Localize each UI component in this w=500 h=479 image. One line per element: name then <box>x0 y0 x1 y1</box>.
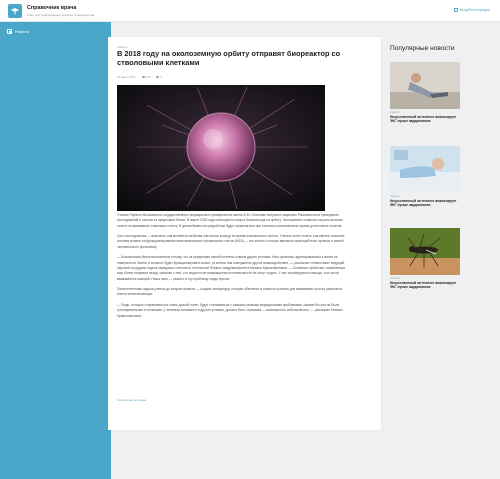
news-title[interactable]: Искусственный интеллект анализирует ЭКГ … <box>390 199 460 208</box>
popular-news-heading: Популярные новости <box>390 45 455 52</box>
article-paragraph: — Люди, которые отправляются в очень дол… <box>117 303 343 318</box>
news-category: Новости <box>390 195 401 198</box>
sidebar: Новости <box>0 22 111 479</box>
news-thumbnail[interactable] <box>390 228 460 275</box>
article-body: Ученые Первого Московского государственн… <box>117 213 349 324</box>
article-paragraph: Ученые Первого Московского государственн… <box>117 213 344 228</box>
article-title: В 2018 году на околоземную орбиту отправ… <box>117 49 341 68</box>
news-category: Новости <box>390 277 401 280</box>
article-paragraph: — Космическая биология возникла потому, … <box>117 255 346 281</box>
site-subtitle: Сайт для практикующих врачей и специалис… <box>27 12 95 17</box>
login-link[interactable]: Вход/Регистрация <box>453 8 490 12</box>
article-image <box>117 85 325 211</box>
site-logo[interactable] <box>8 4 22 18</box>
news-category: Новости <box>390 111 401 114</box>
comment-icon <box>156 76 160 79</box>
login-label: Вход/Регистрация <box>459 8 490 12</box>
popular-news-item[interactable]: Новости Искусственный интеллект анализир… <box>390 62 460 124</box>
top-header: Справочник врача Сайт для практикующих в… <box>0 0 500 22</box>
logo-icon <box>11 8 19 15</box>
article-date: 19 марта 2017 <box>117 75 136 79</box>
news-thumbnail[interactable] <box>390 146 460 193</box>
popular-news-item[interactable]: Новости Искусственный интеллект анализир… <box>390 228 460 290</box>
sidebar-item-news[interactable]: Новости <box>7 29 29 34</box>
comments-count: 0 <box>156 75 162 79</box>
article-paragraph: Первостепенная задача ученых до запуска … <box>117 287 343 297</box>
eye-icon <box>141 76 145 79</box>
news-title[interactable]: Искусственный интеллект анализирует ЭКГ … <box>390 115 460 124</box>
news-thumbnail[interactable] <box>390 62 460 109</box>
news-title[interactable]: Искусственный интеллект анализирует ЭКГ … <box>390 281 460 290</box>
site-title[interactable]: Справочник врача <box>27 5 76 11</box>
user-icon <box>453 8 458 12</box>
news-icon <box>7 29 12 34</box>
source-link[interactable]: Ссылка на источник <box>117 398 146 402</box>
article-card: Новости В 2018 году на околоземную орбит… <box>108 37 381 430</box>
popular-news-item[interactable]: Новости Искусственный интеллект анализир… <box>390 146 460 208</box>
article-paragraph: Суть исследования — выяснить, как меняют… <box>117 234 345 249</box>
article-meta: 19 марта 2017 505 0 <box>117 75 162 79</box>
views-count: 505 <box>141 75 150 79</box>
sidebar-item-label: Новости <box>15 29 29 34</box>
